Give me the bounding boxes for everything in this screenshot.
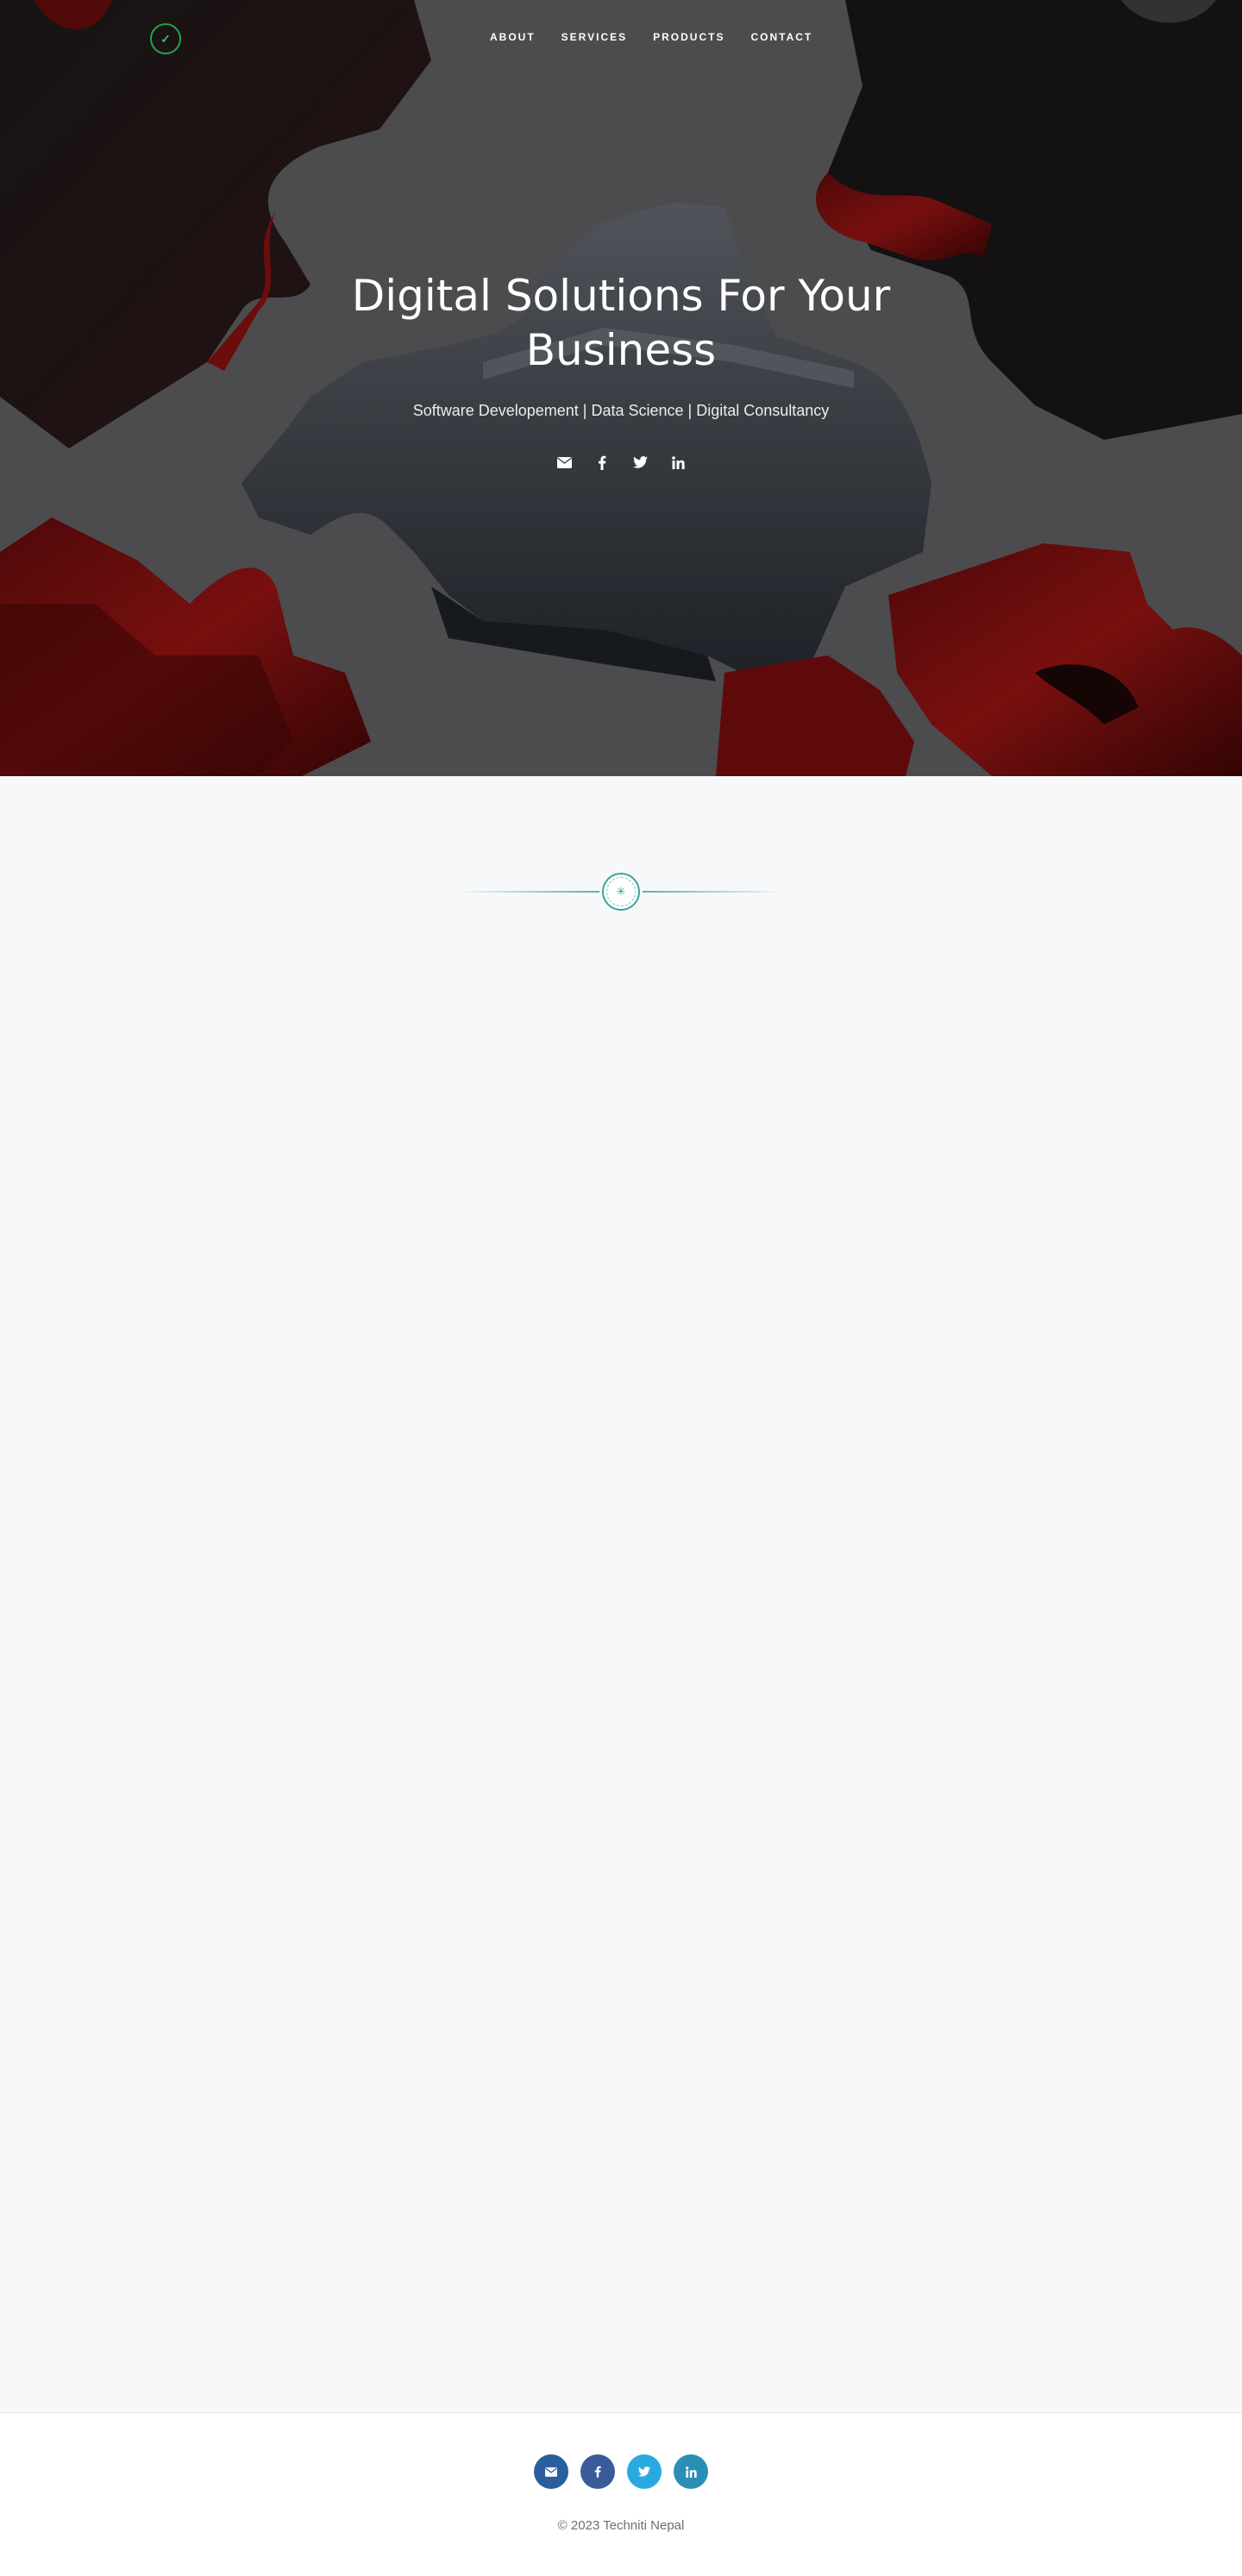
footer: © 2023 Techniti Nepal — [0, 2412, 1242, 2576]
envelope-icon[interactable] — [534, 2454, 568, 2489]
logo[interactable]: ✓ — [150, 23, 181, 54]
divider-line-left — [457, 891, 599, 893]
hero-social-links — [0, 454, 1242, 470]
twitter-icon[interactable] — [632, 454, 648, 470]
linkedin-icon[interactable] — [670, 454, 686, 470]
footer-social-links — [0, 2454, 1242, 2489]
checkmark-icon: ✓ — [160, 31, 171, 46]
nav-link-products[interactable]: PRODUCTS — [653, 31, 724, 43]
nav-link-about[interactable]: ABOUT — [490, 31, 536, 43]
hero-section: ✓ ABOUT SERVICES PRODUCTS CONTACT Digita… — [0, 0, 1242, 776]
navbar: ✓ ABOUT SERVICES PRODUCTS CONTACT — [0, 0, 1242, 76]
nav-link-contact[interactable]: CONTACT — [750, 31, 812, 43]
section-divider: ✳ — [457, 873, 785, 911]
hero-subtitle: Software Developement | Data Science | D… — [412, 402, 830, 419]
asterisk-icon: ✳ — [606, 877, 636, 906]
hero-title: Digital Solutions For Your Business — [351, 271, 891, 375]
hero-content: Digital Solutions For Your Business Soft… — [0, 269, 1242, 470]
facebook-icon[interactable] — [580, 2454, 615, 2489]
facebook-icon[interactable] — [594, 454, 610, 470]
main-content: ✳ — [0, 776, 1242, 2412]
twitter-icon[interactable] — [627, 2454, 662, 2489]
nav-link-services[interactable]: SERVICES — [561, 31, 627, 43]
divider-circle: ✳ — [602, 873, 640, 911]
linkedin-icon[interactable] — [674, 2454, 708, 2489]
envelope-icon[interactable] — [556, 454, 572, 470]
divider-line-right — [643, 891, 785, 893]
nav-links: ABOUT SERVICES PRODUCTS CONTACT — [490, 31, 838, 43]
copyright-text: © 2023 Techniti Nepal — [557, 2518, 685, 2533]
